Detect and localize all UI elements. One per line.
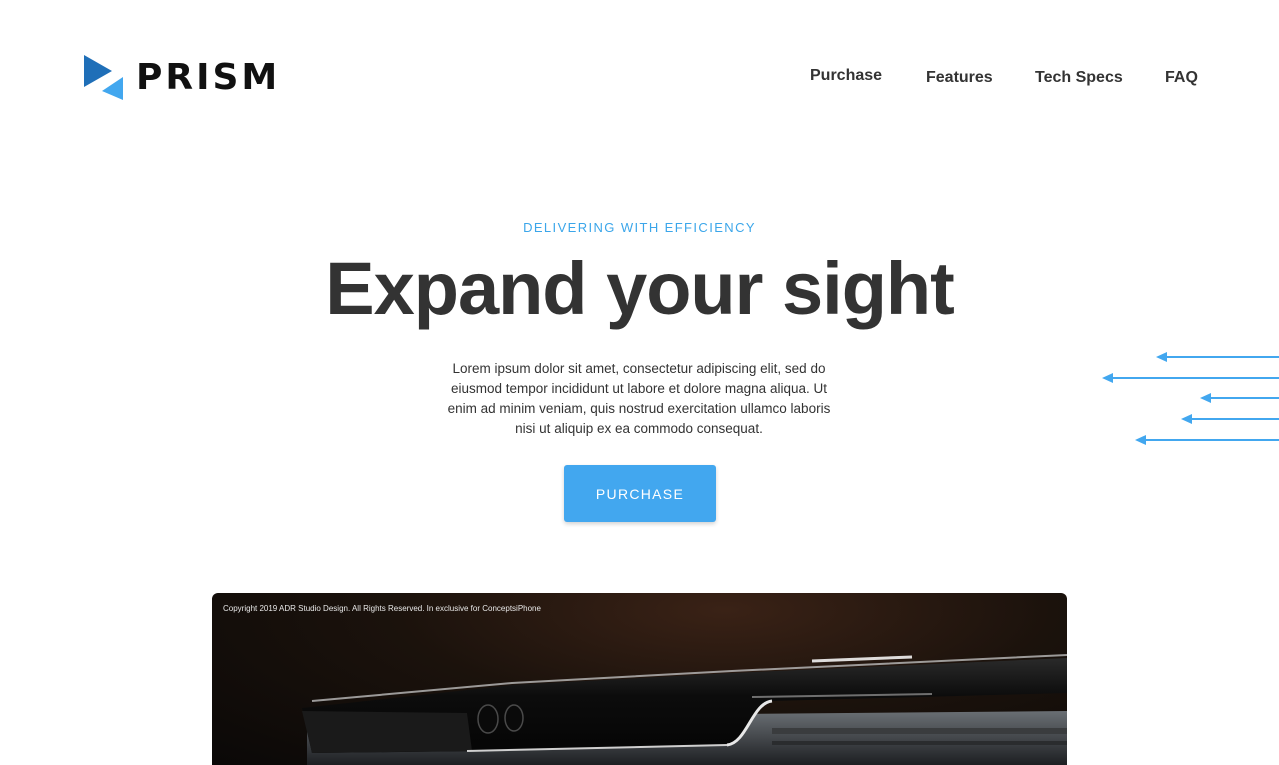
arrow-left-icon [1200,393,1279,403]
nav-item-purchase[interactable]: Purchase [810,66,882,86]
product-hero-image: Copyright 2019 ADR Studio Design. All Ri… [212,593,1067,765]
decorative-arrows [1102,352,1279,445]
arrow-left-icon [1181,414,1279,424]
main-nav: Purchase Features Tech Specs FAQ [0,66,1279,90]
arrow-left-icon [1102,373,1279,383]
nav-item-tech-specs[interactable]: Tech Specs [1035,68,1123,88]
purchase-button[interactable]: PURCHASE [564,465,716,522]
hero-eyebrow: DELIVERING WITH EFFICIENCY [523,220,756,235]
arrow-left-icon [1135,435,1279,445]
hero-headline: Expand your sight [325,247,955,330]
arrow-left-icon [1156,352,1279,362]
product-render [302,654,1067,765]
nav-item-features[interactable]: Features [926,68,993,88]
image-copyright: Copyright 2019 ADR Studio Design. All Ri… [223,604,541,613]
nav-item-faq[interactable]: FAQ [1165,68,1198,88]
hero-description: Lorem ipsum dolor sit amet, consectetur … [447,361,831,436]
